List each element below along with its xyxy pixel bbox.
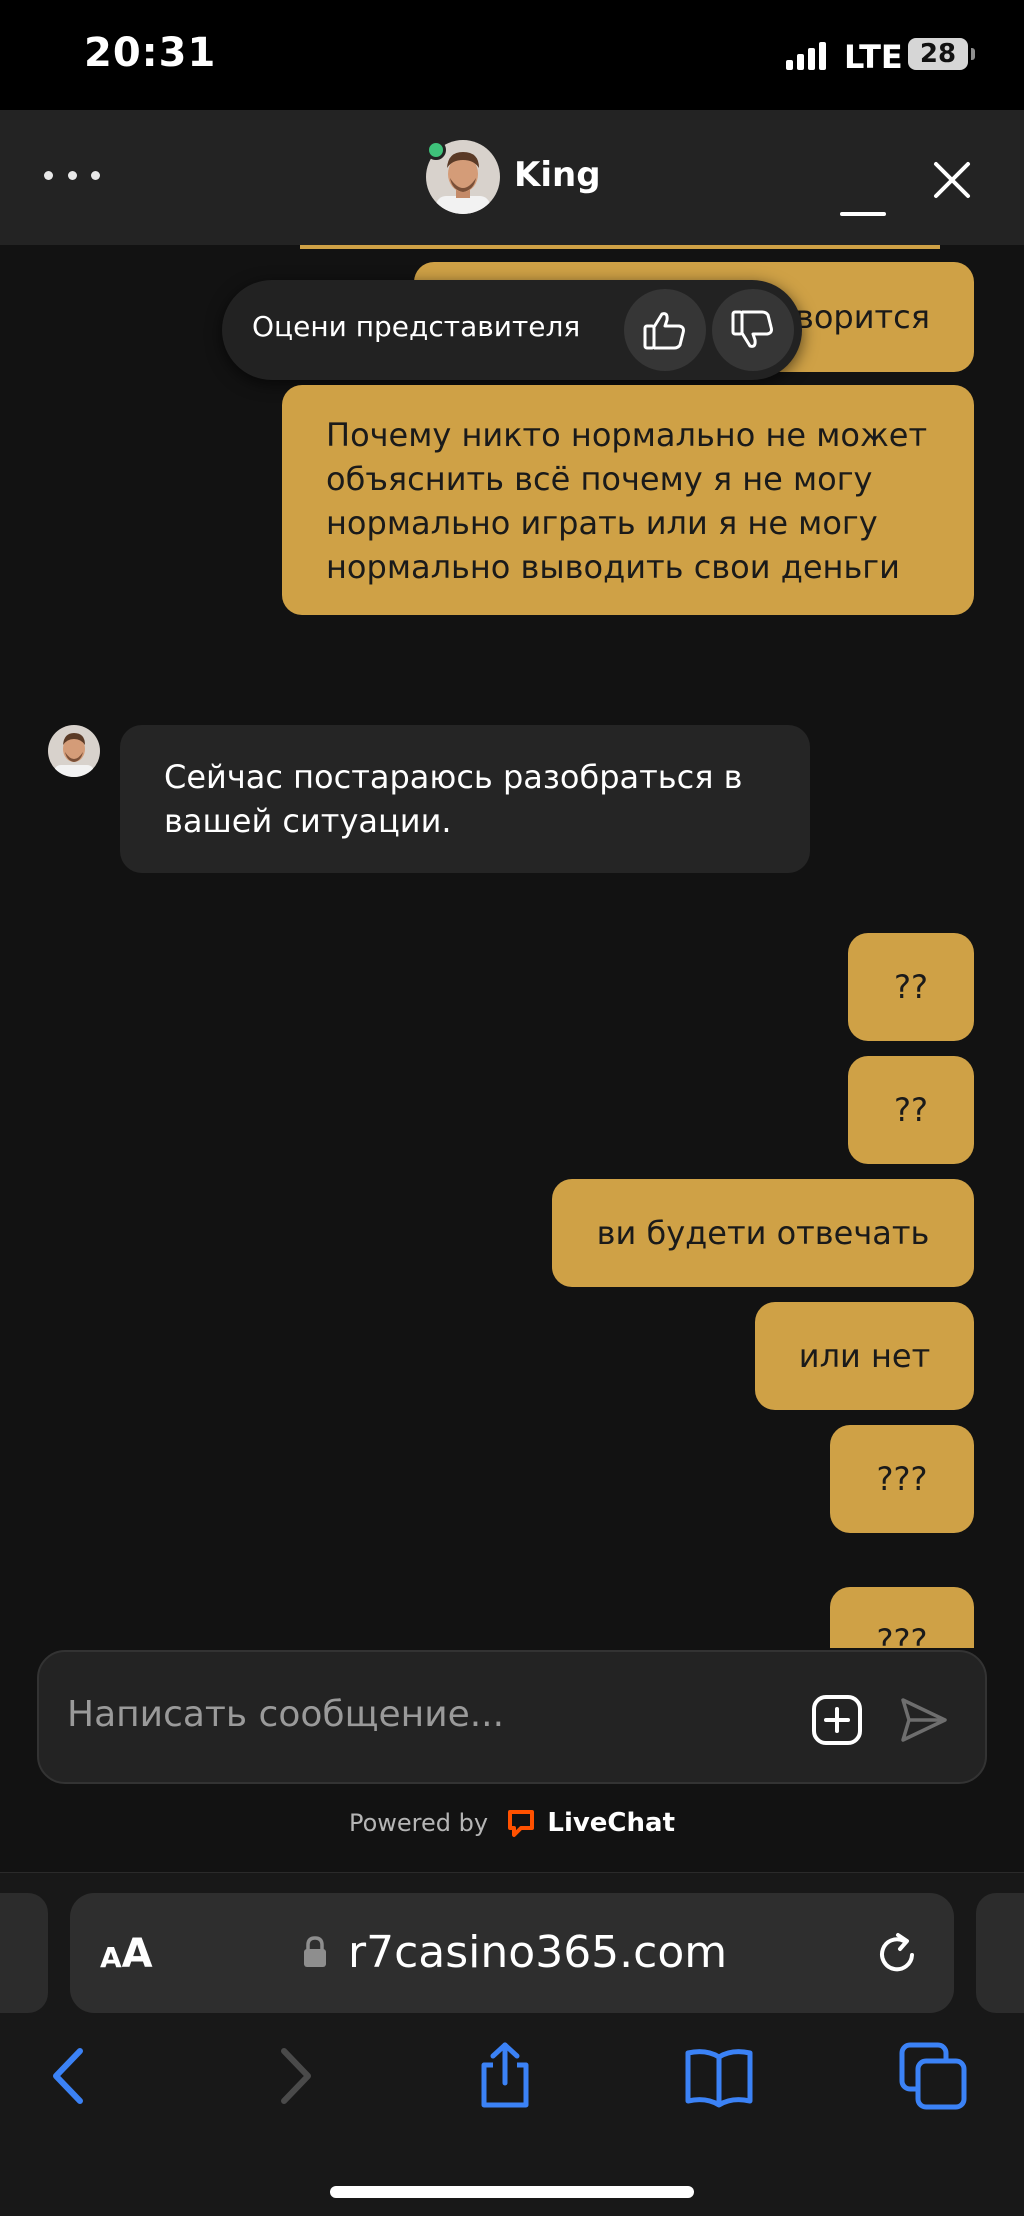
message-text: ворится — [794, 298, 930, 336]
message-bubble: Сейчас постараюсь разобраться в вашей си… — [120, 725, 810, 873]
message-input[interactable]: Написать сообщение... — [37, 1650, 987, 1784]
address-bar[interactable]: AA r7casino365.com — [70, 1893, 954, 2013]
message-bubble: ??? — [830, 1587, 974, 1648]
status-bar: 20:31 LTE 28 — [0, 0, 1024, 110]
message-text: Сейчас постараюсь разобраться в вашей си… — [164, 758, 743, 840]
message-list[interactable]: ворится Оцени представителя Почему никто… — [0, 245, 1024, 1648]
powered-by-footer[interactable]: Powered by LiveChat — [0, 1808, 1024, 1838]
signal-icon — [786, 42, 828, 70]
powered-by-label: Powered by — [348, 1809, 489, 1837]
chat-header: King — [0, 110, 1024, 245]
minimize-icon[interactable] — [840, 180, 886, 220]
message-bubble: ви будети отвечать — [552, 1179, 974, 1287]
bookmarks-icon[interactable] — [684, 2041, 754, 2111]
agent-message-avatar — [48, 725, 100, 777]
lock-icon — [304, 1936, 326, 1967]
share-icon[interactable] — [470, 2041, 540, 2111]
message-bubble: или нет — [755, 1302, 974, 1410]
livechat-logo-icon — [507, 1810, 534, 1837]
thumbs-up-button[interactable] — [624, 289, 706, 371]
message-text: ??? — [876, 1460, 928, 1498]
message-bubble: ?? — [848, 933, 974, 1041]
aa-large: A — [121, 1931, 153, 1977]
forward-icon[interactable] — [258, 2041, 328, 2111]
online-status-dot — [426, 140, 446, 160]
message-text: ??? — [876, 1622, 928, 1648]
previous-tab-preview[interactable] — [0, 1893, 48, 2013]
message-text: ?? — [894, 968, 928, 1006]
battery-icon: 28 — [908, 38, 975, 70]
next-tab-preview[interactable] — [976, 1893, 1024, 2013]
message-input-placeholder: Написать сообщение... — [67, 1694, 505, 1735]
thumbs-down-icon — [731, 310, 773, 348]
more-options-icon[interactable] — [44, 160, 100, 190]
status-time: 20:31 — [84, 30, 217, 76]
message-bubble: Почему никто нормально не может объяснит… — [282, 385, 974, 615]
thumbs-up-icon — [643, 312, 685, 350]
previous-message-edge — [300, 245, 940, 249]
reader-options-button[interactable]: AA — [100, 1931, 153, 1977]
url-text[interactable]: r7casino365.com — [348, 1927, 727, 1978]
network-type: LTE — [844, 38, 903, 76]
send-icon[interactable] — [899, 1696, 949, 1744]
browser-toolbar: AA r7casino365.com — [0, 1872, 1024, 2216]
message-text: ?? — [894, 1091, 928, 1129]
message-text: или нет — [798, 1337, 931, 1375]
livechat-brand: LiveChat — [547, 1808, 676, 1838]
agent-avatar — [426, 140, 500, 214]
message-text: Почему никто нормально не может объяснит… — [326, 416, 928, 586]
agent-name: King — [514, 155, 601, 195]
thumbs-down-button[interactable] — [712, 289, 794, 371]
reload-icon[interactable] — [874, 1931, 920, 1977]
rate-agent-prompt: Оцени представителя — [252, 310, 581, 343]
message-text: ви будети отвечать — [596, 1214, 930, 1252]
attach-file-icon[interactable] — [811, 1694, 863, 1746]
aa-small: A — [100, 1941, 122, 1974]
close-icon[interactable] — [930, 158, 974, 202]
message-bubble: ??? — [830, 1425, 974, 1533]
tabs-icon[interactable] — [898, 2041, 968, 2111]
battery-level: 28 — [919, 39, 957, 69]
message-bubble: ?? — [848, 1056, 974, 1164]
back-icon[interactable] — [36, 2041, 106, 2111]
home-indicator[interactable] — [330, 2186, 694, 2198]
rate-agent-bar: Оцени представителя — [222, 280, 802, 380]
